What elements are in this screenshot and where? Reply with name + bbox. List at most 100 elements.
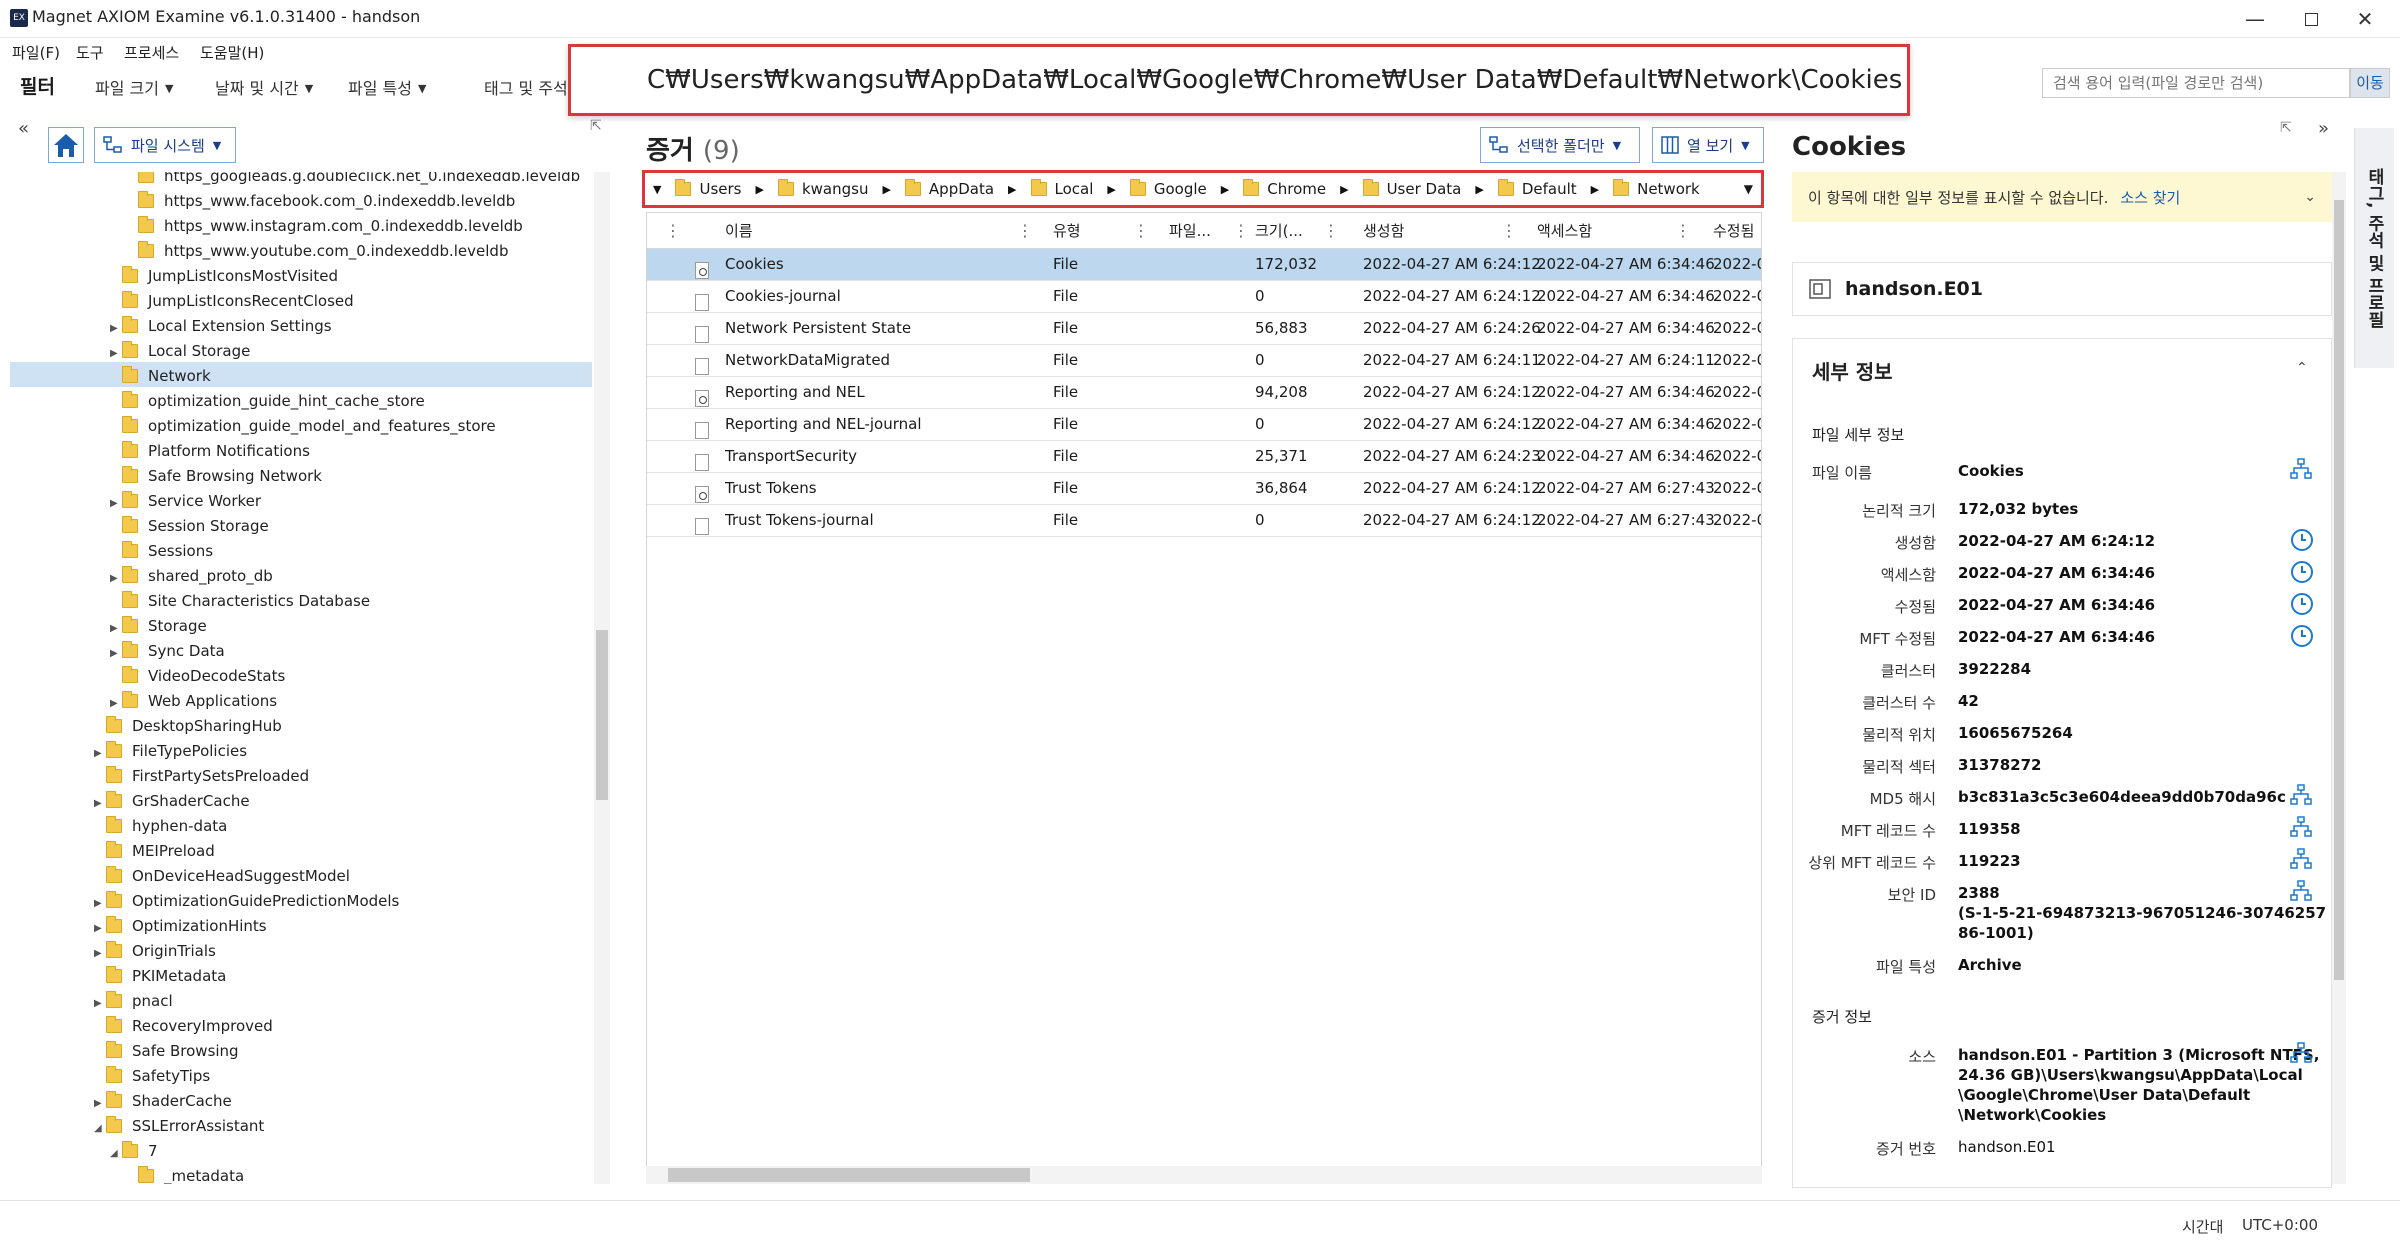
timezone-value[interactable]: UTC+0:00 — [2242, 1216, 2318, 1234]
tree-expand-icon[interactable]: ▶ — [94, 892, 106, 916]
tree-item[interactable]: ▶ GrShaderCache — [94, 789, 250, 813]
clock-icon[interactable] — [2290, 624, 2314, 648]
tree-expand-icon[interactable]: ▶ — [94, 917, 106, 941]
filter-file-attributes[interactable]: 파일 특성 ▼ — [348, 75, 426, 99]
breadcrumb-separator-icon[interactable]: ▶ — [882, 183, 890, 196]
tree-item[interactable]: ▶ Storage — [110, 614, 207, 638]
breadcrumb-separator-icon[interactable]: ▶ — [755, 183, 763, 196]
selected-folder-only-button[interactable]: 선택한 폴더만 ▼ — [1480, 127, 1640, 163]
tree-item[interactable]: https_www.youtube.com_0.indexeddb.leveld… — [126, 239, 508, 263]
tree-item[interactable]: ▶ FileTypePolicies — [94, 739, 247, 763]
column-menu-icon[interactable]: ⋮ — [1017, 221, 1033, 240]
tree-item[interactable]: hyphen-data — [94, 814, 227, 838]
breadcrumb-separator-icon[interactable]: ▶ — [1008, 183, 1016, 196]
column-view-button[interactable]: 열 보기 ▼ — [1652, 127, 1764, 163]
column-header[interactable]: 수정됨 — [1713, 213, 1754, 249]
find-source-link[interactable]: 소스 찾기 — [2120, 187, 2180, 208]
column-header[interactable]: 크기(... — [1255, 213, 1303, 249]
breadcrumb-item[interactable]: kwangsu — [777, 179, 868, 198]
column-menu-icon[interactable]: ⋮ — [1133, 221, 1149, 240]
breadcrumb-item[interactable]: Chrome — [1243, 179, 1326, 198]
related-items-icon[interactable] — [2290, 1042, 2312, 1064]
tree-item[interactable]: _metadata — [126, 1164, 244, 1184]
filter-tags-comments[interactable]: 태그 및 주석 — [484, 75, 568, 99]
search-input[interactable] — [2042, 68, 2350, 98]
table-row[interactable]: Trust Tokens-journal File 0 2022-04-27 AM 6… — [647, 505, 1761, 537]
menu-file[interactable]: 파일(F) — [12, 42, 60, 63]
tree-item[interactable]: MEIPreload — [94, 839, 215, 863]
column-menu-icon[interactable]: ⋮ — [1323, 221, 1339, 240]
clock-icon[interactable] — [2290, 560, 2314, 584]
table-row[interactable]: Network Persistent State File 56,883 2022-0… — [647, 313, 1761, 345]
tree-item[interactable]: ▶ ShaderCache — [94, 1089, 232, 1113]
table-row[interactable]: Cookies-journal File 0 2022-04-27 AM 6:24:1… — [647, 281, 1761, 313]
tree-expand-icon[interactable]: ▶ — [110, 492, 122, 516]
file-system-view-button[interactable]: 파일 시스템 ▼ — [94, 127, 236, 163]
tree-item[interactable]: ▶ Local Storage — [110, 339, 250, 363]
tree-collapse-icon[interactable]: ◢ — [94, 1117, 106, 1141]
related-items-icon[interactable] — [2290, 848, 2312, 870]
breadcrumb-item[interactable]: Users — [675, 179, 741, 198]
tree-collapse-icon[interactable]: ◢ — [110, 1142, 122, 1166]
tree-item[interactable]: DesktopSharingHub — [94, 714, 282, 738]
related-items-icon[interactable] — [2290, 880, 2312, 902]
tree-expand-icon[interactable]: ▶ — [94, 792, 106, 816]
tree-item[interactable]: ▶ Web Applications — [110, 689, 277, 713]
tree-expand-icon[interactable]: ▶ — [94, 1092, 106, 1116]
tree-item[interactable]: ▶ Local Extension Settings — [110, 314, 332, 338]
tree-item[interactable]: ◢ SSLErrorAssistant — [94, 1114, 264, 1138]
column-header[interactable]: 이름 — [725, 213, 753, 249]
breadcrumb-item[interactable]: Local — [1030, 179, 1093, 198]
menu-process[interactable]: 프로세스 — [124, 42, 179, 63]
tree-item[interactable]: ▶ Sync Data — [110, 639, 225, 663]
filter-file-size[interactable]: 파일 크기 ▼ — [95, 75, 173, 99]
breadcrumb-history-icon[interactable]: ▼ — [1744, 182, 1753, 196]
tree-item[interactable]: Network — [110, 364, 211, 388]
filter-date-time[interactable]: 날짜 및 시간 ▼ — [215, 75, 313, 99]
breadcrumb-item[interactable]: Network — [1613, 179, 1700, 198]
tree-item[interactable]: JumpListIconsRecentClosed — [110, 289, 354, 313]
column-header[interactable]: 생성함 — [1363, 213, 1404, 249]
related-items-icon[interactable] — [2290, 816, 2312, 838]
breadcrumb-item[interactable]: Google — [1129, 179, 1207, 198]
column-menu-icon[interactable]: ⋮ — [1233, 221, 1249, 240]
breadcrumb-item[interactable]: Default — [1497, 179, 1577, 198]
tree-item[interactable]: Site Characteristics Database — [110, 589, 370, 613]
chevron-down-icon[interactable]: ⌄ — [2304, 189, 2316, 205]
breadcrumb-separator-icon[interactable]: ▶ — [1591, 183, 1599, 196]
table-row[interactable]: Cookies File 172,032 2022-04-27 AM 6:24:12 2… — [647, 249, 1761, 281]
related-items-icon[interactable] — [2290, 784, 2312, 806]
breadcrumb-item[interactable]: User Data — [1362, 179, 1461, 198]
table-row[interactable]: Trust Tokens File 36,864 2022-04-27 AM 6:24… — [647, 473, 1761, 505]
close-button[interactable]: ✕ — [2330, 0, 2400, 38]
breadcrumb-dropdown-icon[interactable]: ▼ — [653, 183, 661, 196]
collapse-right-icon[interactable]: » — [2318, 118, 2329, 139]
tree-item[interactable]: SafetyTips — [94, 1064, 210, 1088]
menu-help[interactable]: 도움말(H) — [200, 42, 264, 63]
tree-item[interactable]: Session Storage — [110, 514, 269, 538]
breadcrumb-separator-icon[interactable]: ▶ — [1340, 183, 1348, 196]
related-items-icon[interactable] — [2290, 458, 2312, 480]
home-button[interactable] — [48, 127, 84, 163]
breadcrumb-separator-icon[interactable]: ▶ — [1475, 183, 1483, 196]
column-header[interactable]: 파일... — [1169, 213, 1211, 249]
tree-item[interactable]: https_googleads.g.doubleclick.net_0.inde… — [126, 172, 580, 188]
breadcrumb-separator-icon[interactable]: ▶ — [1221, 183, 1229, 196]
table-row[interactable]: Reporting and NEL File 94,208 2022-04-27 AM… — [647, 377, 1761, 409]
pin-icon[interactable]: ⇱ — [590, 118, 602, 134]
column-header[interactable]: 유형 — [1053, 213, 1081, 249]
tree-item[interactable]: https_www.facebook.com_0.indexeddb.level… — [126, 189, 515, 213]
column-header[interactable]: 액세스함 — [1537, 213, 1592, 249]
tree-item[interactable]: optimization_guide_hint_cache_store — [110, 389, 425, 413]
collapse-left-icon[interactable]: « — [18, 118, 29, 139]
tree-item[interactable]: Platform Notifications — [110, 439, 310, 463]
tree-expand-icon[interactable]: ▶ — [110, 342, 122, 366]
tree-item[interactable]: FirstPartySetsPreloaded — [94, 764, 309, 788]
tree-expand-icon[interactable]: ▶ — [94, 942, 106, 966]
table-row[interactable]: Reporting and NEL-journal File 0 2022-04-27… — [647, 409, 1761, 441]
tree-expand-icon[interactable]: ▶ — [110, 642, 122, 666]
pin-icon[interactable]: ⇱ — [2280, 120, 2292, 136]
tree-expand-icon[interactable]: ▶ — [110, 567, 122, 591]
tree-scrollbar-thumb[interactable] — [596, 630, 608, 800]
tree-item[interactable]: https_www.instagram.com_0.indexeddb.leve… — [126, 214, 523, 238]
